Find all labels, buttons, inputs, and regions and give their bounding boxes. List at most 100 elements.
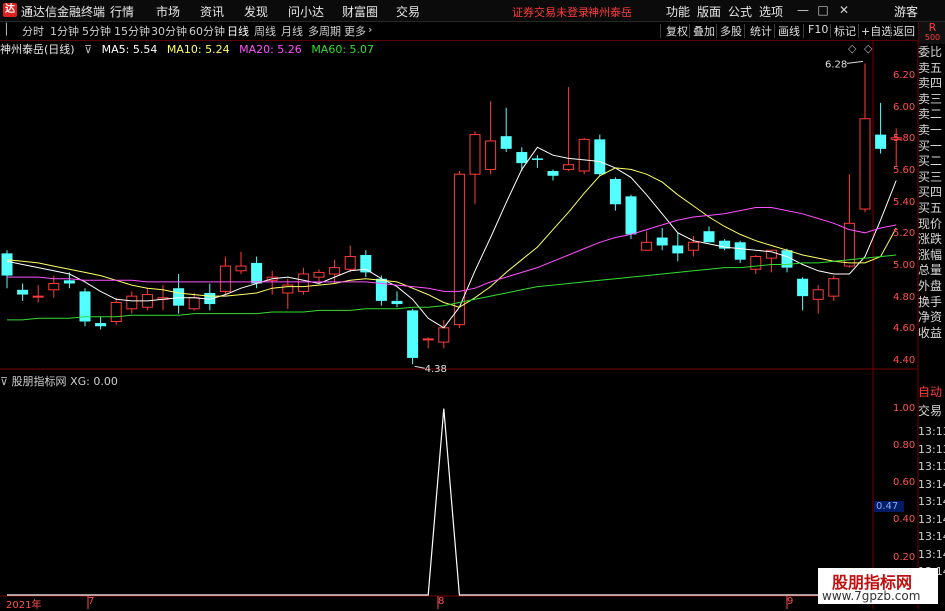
candle-body-down — [1, 253, 13, 276]
ma60-label: MA60: 5.07 — [311, 43, 375, 56]
trade-login-status[interactable]: 证券交易未登录 — [512, 4, 589, 20]
tool-button-back[interactable]: 返回 — [893, 23, 915, 39]
candle-body-down — [547, 171, 559, 176]
price-tick-label: 4.40 — [893, 355, 916, 367]
ma20-label: MA20: 5.26 — [239, 43, 302, 56]
quote-field-label[interactable]: 卖二 — [918, 107, 945, 123]
quote-field-label[interactable]: 卖一 — [918, 123, 945, 139]
candle-body-down — [875, 134, 887, 149]
quote-field-label[interactable]: 总量 — [918, 263, 945, 279]
period-tab[interactable]: 月线 — [281, 23, 303, 39]
menu-item-functions[interactable]: 功能 — [666, 3, 690, 20]
period-tab[interactable]: 周线 — [254, 23, 276, 39]
period-more[interactable]: 更多 — [344, 23, 366, 39]
tool-button-add-watchlist[interactable]: +自选 — [861, 23, 892, 39]
guest-user[interactable]: 游客 — [894, 3, 918, 20]
price-tick-label: 6.20 — [893, 70, 916, 81]
candle-body-down — [375, 278, 387, 301]
ma5-label: MA5: 5.54 — [101, 43, 158, 56]
candle-body-down — [703, 231, 715, 243]
menu-item-news[interactable]: 资讯 — [200, 3, 224, 20]
menu-item-formula[interactable]: 公式 — [728, 3, 752, 20]
chevron-down-icon[interactable]: ⊽ — [0, 375, 8, 388]
collapse-diamond-icon[interactable]: ◇ — [864, 42, 872, 55]
indicator-tick-label: 0.60 — [893, 477, 916, 489]
period-tab[interactable]: 15分钟 — [114, 23, 150, 39]
menu-item-wealth[interactable]: 财富圈 — [342, 3, 378, 20]
kline-chart-area[interactable]: 6.28 4.38 — [0, 41, 945, 609]
auto-trade-toggle[interactable]: 自动 — [918, 385, 945, 401]
app-title: 通达信金融终端 — [21, 5, 106, 19]
menu-item-quotes[interactable]: 行情 — [110, 3, 134, 20]
menu-item-market[interactable]: 市场 — [156, 3, 180, 20]
period-tab[interactable]: 1分钟 — [50, 23, 79, 39]
tool-button-overlay[interactable]: 叠加 — [693, 23, 715, 39]
quote-field-label[interactable]: 买二 — [918, 154, 945, 170]
menu-item-assistant[interactable]: 问小达 — [288, 3, 324, 20]
period-tab[interactable]: 5分钟 — [82, 23, 111, 39]
watermark-url: www.7gpzb.com — [822, 589, 921, 603]
x-label-month: 7 — [88, 596, 95, 607]
title-bar: 达 通达信金融终端 行情 市场 资讯 发现 问小达 财富圈 交易 证券交易未登录… — [0, 0, 945, 22]
period-tab-active[interactable]: 日线 — [227, 23, 249, 39]
quote-field-label[interactable]: 外盘 — [918, 279, 945, 295]
price-tick-label: 5.20 — [893, 228, 916, 240]
ma10-label: MA10: 5.24 — [166, 43, 230, 56]
tool-button-multi[interactable]: 多股 — [720, 23, 742, 39]
candle-body-up — [859, 118, 871, 210]
indicator-tick-label: 0.20 — [893, 551, 916, 563]
tool-button-draw[interactable]: 画线 — [778, 23, 800, 39]
candle-body-down — [17, 289, 29, 295]
high-label: 6.28 — [825, 59, 847, 70]
period-tab[interactable]: 多周期 — [308, 23, 341, 39]
candle-body-up — [563, 164, 575, 170]
quote-field-label[interactable]: 现价 — [918, 217, 945, 233]
quote-field-label[interactable]: 净资 — [918, 310, 945, 326]
tick-time: 13:14 — [918, 530, 945, 543]
collapse-diamond-icon[interactable]: ◇ — [848, 42, 856, 55]
price-tick-label: 5.60 — [893, 165, 916, 177]
menu-item-trade[interactable]: 交易 — [396, 3, 420, 20]
menu-item-options[interactable]: 选项 — [759, 3, 783, 20]
tool-button-adjust[interactable]: 复权 — [666, 23, 688, 39]
menu-toggle-icon[interactable]: │ — [3, 23, 10, 36]
tool-button-mark[interactable]: 标记 — [834, 23, 856, 39]
indicator-name: 股朋指标网 — [11, 375, 67, 388]
menu-item-layout[interactable]: 版面 — [697, 3, 721, 20]
quote-field-label[interactable]: 买一 — [918, 139, 945, 155]
close-icon[interactable]: ✕ — [836, 2, 852, 18]
divider — [830, 24, 831, 38]
quote-field-label[interactable]: 买五 — [918, 201, 945, 217]
quote-field-label[interactable]: 换手 — [918, 295, 945, 311]
title-stock-name: 神州泰岳 — [588, 6, 632, 19]
indicator-info-bar: ⊽ 股朋指标网 XG: 0.00 — [0, 373, 118, 389]
minimize-icon[interactable]: — — [795, 2, 811, 18]
chevron-down-icon[interactable]: ⊽ — [84, 43, 92, 56]
candle-body-down — [63, 280, 75, 284]
quote-field-label[interactable]: 买四 — [918, 185, 945, 201]
divider — [689, 24, 690, 38]
divider — [774, 24, 775, 38]
quote-field-label[interactable]: 卖四 — [918, 76, 945, 92]
period-tab[interactable]: 60分钟 — [189, 23, 225, 39]
period-tab[interactable]: 30分钟 — [151, 23, 187, 39]
quote-field-label[interactable]: 买三 — [918, 170, 945, 186]
candle-body-up — [438, 327, 450, 343]
quote-field-label[interactable]: 卖五 — [918, 61, 945, 77]
period-tab[interactable]: 分时 — [22, 23, 44, 39]
tool-button-stats[interactable]: 统计 — [750, 23, 772, 39]
x-label-month: 9 — [787, 596, 794, 607]
quote-field-label[interactable]: 涨幅 — [918, 248, 945, 264]
tool-button-f10[interactable]: F10 — [808, 23, 828, 36]
candle-body-up — [110, 301, 122, 322]
candle-body-down — [594, 139, 606, 175]
quote-field-label[interactable]: 涨跌 — [918, 232, 945, 248]
quote-field-label[interactable]: 卖三 — [918, 92, 945, 108]
maximize-icon[interactable]: □ — [815, 2, 831, 18]
menu-item-discover[interactable]: 发现 — [244, 3, 268, 20]
quote-field-label[interactable]: 委比 — [918, 45, 945, 61]
quote-field-label[interactable]: 收益 — [918, 326, 945, 342]
chevron-right-icon[interactable]: › — [368, 23, 372, 36]
tick-time: 13:13 — [918, 442, 945, 456]
candle-body-up — [422, 338, 434, 341]
